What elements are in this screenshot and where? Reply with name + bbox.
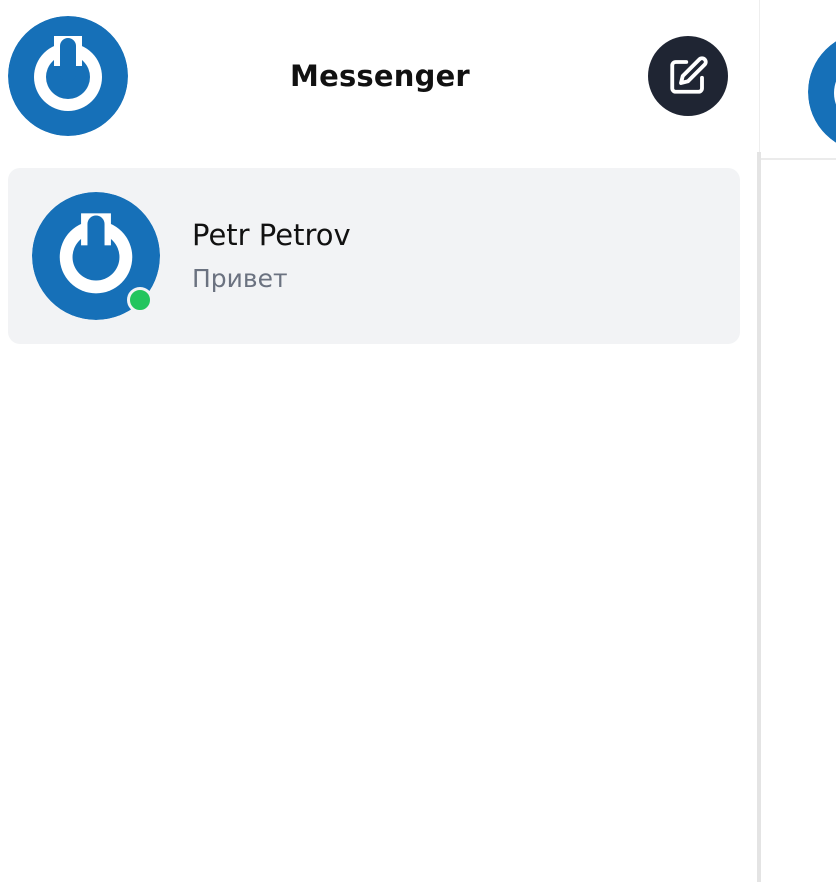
pane-divider-top — [759, 0, 760, 152]
sidebar-header: Messenger — [0, 0, 757, 152]
chat-contact-avatar[interactable] — [808, 32, 836, 152]
edit-square-icon — [670, 56, 708, 94]
compose-message-button[interactable] — [648, 36, 728, 116]
chat-pane — [761, 0, 836, 882]
user-avatar[interactable] — [8, 16, 128, 136]
page-title: Messenger — [290, 59, 470, 93]
last-message-preview: Привет — [192, 264, 288, 293]
contact-name: Petr Petrov — [192, 218, 351, 252]
chat-header — [761, 0, 836, 160]
conversation-item[interactable]: Petr Petrov Привет — [8, 168, 740, 344]
power-logo-icon — [808, 41, 836, 143]
online-status-indicator — [127, 287, 153, 313]
power-logo-icon — [8, 16, 128, 136]
messenger-app: Messenger Petr Petrov Привет — [0, 0, 836, 882]
conversations-sidebar: Messenger Petr Petrov Привет — [0, 0, 757, 882]
